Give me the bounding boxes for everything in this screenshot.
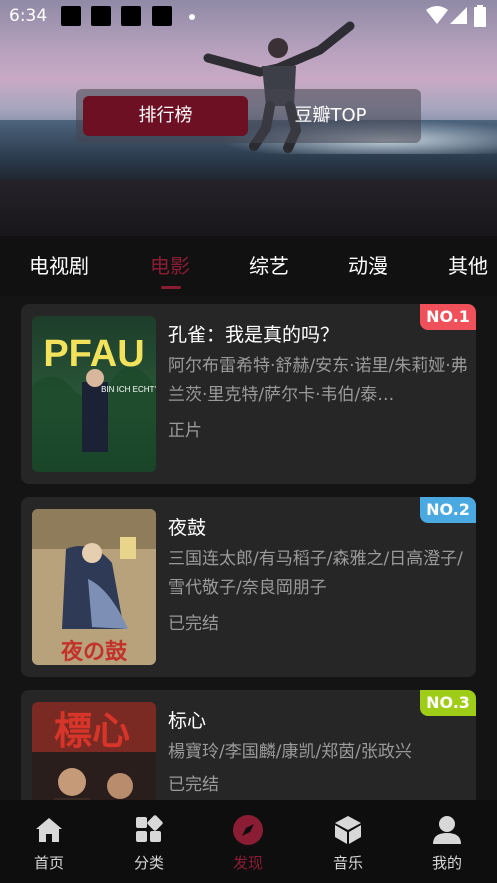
nav-music[interactable]: 音乐 — [308, 814, 388, 873]
movie-status: 已完结 — [168, 614, 219, 634]
movie-poster: 夜の鼓 — [32, 509, 156, 665]
hero-banner: 6:34 排行榜 豆瓣TOP — [0, 0, 497, 236]
movie-cast: 楊寶玲/李国麟/康凯/郑茵/张政兴 — [168, 742, 412, 762]
list-item[interactable]: 標心 标心 楊寶玲/李国麟/康凯/郑茵/张政兴 已完结 NO.3 — [21, 690, 476, 800]
poster-subtitle-text: BIN ICH ECHT? — [101, 385, 156, 394]
tab-other[interactable]: 其他 — [448, 250, 488, 279]
movie-cast: 阿尔布雷希特·舒赫/安东·诺里/朱莉娅·弗兰茨·里克特/萨尔卡·韦伯/泰… — [168, 356, 468, 405]
bottom-navigation: 首页 分类 发现 音乐 我的 — [0, 800, 497, 883]
ranking-source-toggle: 排行榜 豆瓣TOP — [76, 89, 421, 143]
nav-home[interactable]: 首页 — [9, 814, 89, 873]
movie-poster: PFAU BIN ICH ECHT? — [32, 316, 156, 472]
notification-icon — [121, 6, 141, 26]
movie-cast: 三国连太郎/有马稻子/森雅之/日高澄子/雪代敬子/奈良岡朋子 — [168, 549, 463, 598]
nav-category[interactable]: 分类 — [109, 814, 189, 873]
hero-beach — [0, 180, 497, 236]
notification-icon — [152, 6, 172, 26]
tab-movies[interactable]: 电影 — [150, 250, 190, 279]
tab-tv-series[interactable]: 电视剧 — [29, 250, 89, 279]
movie-status: 已完结 — [168, 775, 219, 795]
nav-discover[interactable]: 发现 — [208, 814, 288, 873]
cube-icon — [335, 816, 361, 844]
movie-title: 标心 — [168, 710, 207, 732]
nav-home-label: 首页 — [33, 854, 64, 872]
douban-top-tab[interactable]: 豆瓣TOP — [248, 96, 413, 136]
ranking-list[interactable]: PFAU BIN ICH ECHT? 孔雀：我是真的吗？ 阿尔布雷希特·舒赫/安… — [0, 296, 497, 800]
rank-badge: NO.1 — [420, 304, 476, 330]
nav-category-label: 分类 — [133, 854, 164, 872]
more-notifications-dot-icon — [189, 14, 195, 20]
list-item[interactable]: 夜の鼓 夜鼓 三国连太郎/有马稻子/森雅之/日高澄子/雪代敬子/奈良岡朋子 已完… — [21, 497, 476, 677]
ranking-tab[interactable]: 排行榜 — [83, 96, 248, 136]
nav-profile-label: 我的 — [431, 854, 462, 872]
poster-title-text: 標心 — [54, 708, 130, 753]
tab-anime[interactable]: 动漫 — [348, 250, 388, 279]
home-icon — [36, 818, 62, 842]
tab-variety[interactable]: 综艺 — [249, 250, 289, 279]
battery-icon — [474, 5, 486, 27]
status-time: 6:34 — [9, 6, 48, 26]
movie-poster: 標心 — [32, 702, 156, 800]
poster-title-text: 夜の鼓 — [60, 639, 128, 665]
user-icon — [433, 816, 461, 844]
wifi-icon — [426, 6, 448, 24]
rank-badge: NO.3 — [420, 690, 476, 716]
movie-title: 夜鼓 — [168, 517, 207, 539]
nav-discover-label: 发现 — [232, 854, 263, 872]
status-bar: 6:34 — [0, 0, 497, 34]
rank-badge: NO.2 — [420, 497, 476, 523]
notification-icon — [61, 6, 81, 26]
category-tabs: 电视剧 电影 综艺 动漫 其他 — [0, 236, 497, 296]
notification-icon — [91, 6, 111, 26]
category-grid-icon — [136, 815, 163, 842]
nav-music-label: 音乐 — [332, 854, 363, 872]
nav-profile[interactable]: 我的 — [407, 814, 487, 873]
active-tab-indicator — [161, 286, 181, 289]
signal-icon — [450, 7, 467, 24]
movie-status: 正片 — [168, 421, 202, 441]
movie-title: 孔雀：我是真的吗？ — [168, 324, 340, 346]
poster-title-text: PFAU — [43, 333, 144, 375]
compass-icon — [233, 815, 263, 845]
list-item[interactable]: PFAU BIN ICH ECHT? 孔雀：我是真的吗？ 阿尔布雷希特·舒赫/安… — [21, 304, 476, 484]
